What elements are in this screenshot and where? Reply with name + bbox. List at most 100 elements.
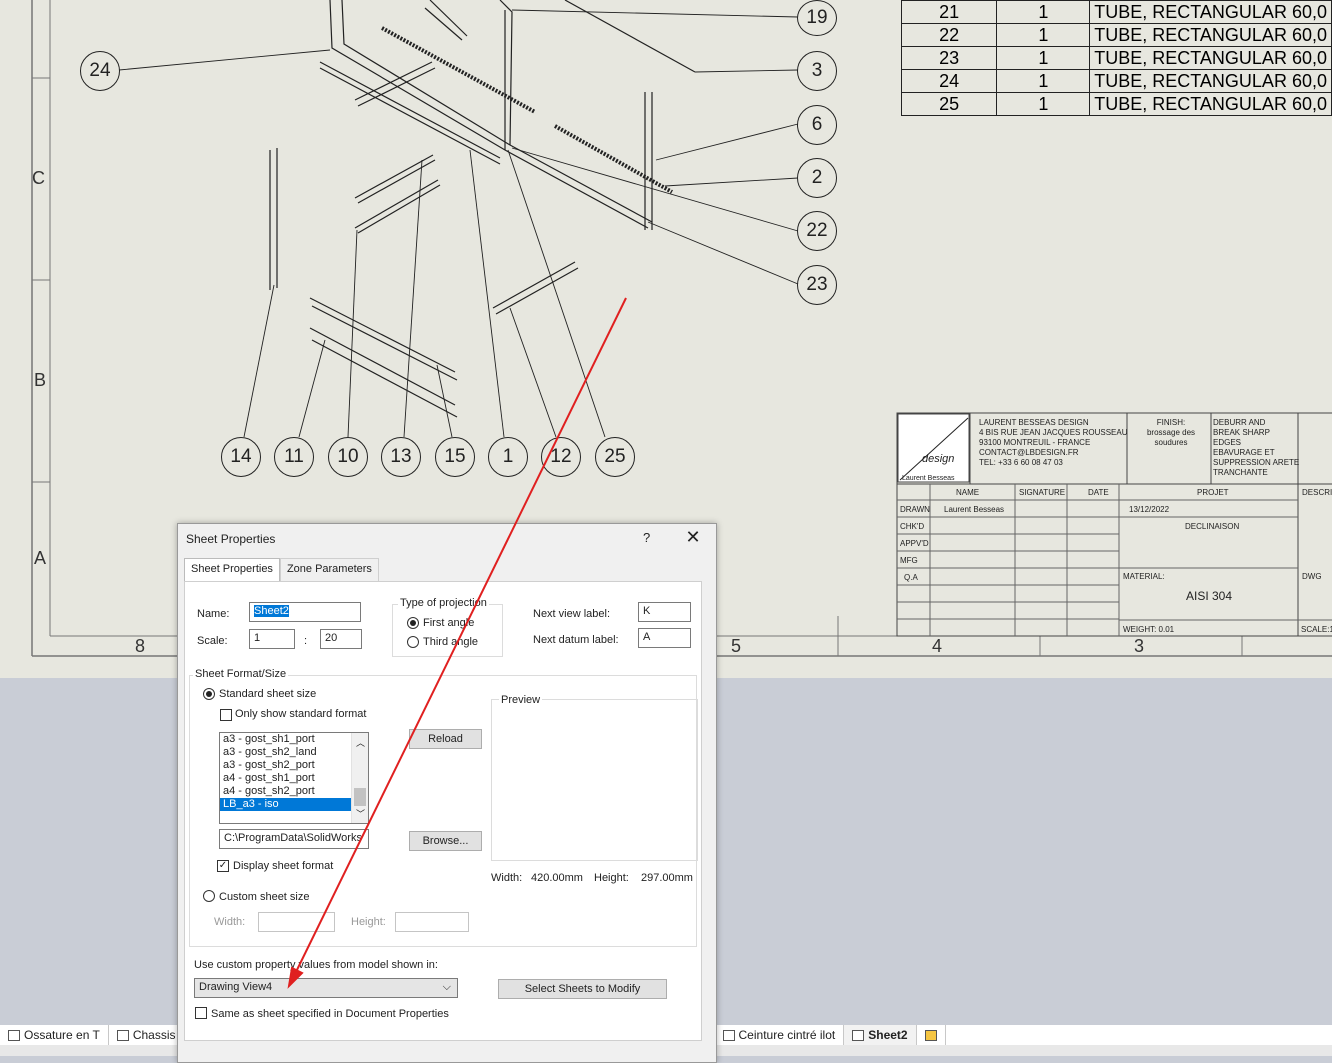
balloon-25[interactable]: 25 bbox=[595, 437, 635, 477]
standard-size-radio[interactable] bbox=[203, 688, 215, 700]
browse-button[interactable]: Browse... bbox=[409, 831, 482, 851]
table-row: 24 1 TUBE, RECTANGULAR 60,0 bbox=[900, 69, 1332, 93]
only-standard-label: Only show standard format bbox=[235, 708, 367, 720]
scale-numerator[interactable]: 1 bbox=[249, 629, 295, 649]
dialog-tabs: Sheet Properties Zone Parameters bbox=[184, 558, 379, 582]
scale-label: Scale: bbox=[197, 635, 228, 647]
deburr-note: DEBURR AND BREAK SHARP EDGES EBAVURAGE E… bbox=[1213, 418, 1300, 477]
balloon-13[interactable]: 13 bbox=[381, 437, 421, 477]
scroll-up-icon[interactable]: ︿ bbox=[356, 736, 365, 749]
select-sheets-button[interactable]: Select Sheets to Modify bbox=[498, 979, 667, 999]
format-path-field[interactable]: C:\ProgramData\SolidWorks bbox=[219, 829, 369, 849]
drawn-name: Laurent Besseas bbox=[944, 505, 1005, 514]
custom-height-label: Height: bbox=[351, 916, 386, 928]
balloon-14[interactable]: 14 bbox=[221, 437, 261, 477]
help-button[interactable]: ? bbox=[643, 530, 650, 545]
scale-denominator[interactable]: 20 bbox=[320, 629, 362, 649]
custom-size-radio[interactable] bbox=[203, 890, 215, 902]
custom-width-field[interactable] bbox=[258, 912, 335, 932]
sheet-icon bbox=[116, 1029, 129, 1041]
sheet-icon bbox=[8, 1029, 20, 1041]
tab-ossature[interactable]: Ossature en T bbox=[0, 1025, 109, 1045]
zone-label-c: C bbox=[32, 168, 45, 188]
col-date: DATE bbox=[1088, 488, 1109, 497]
balloon-6[interactable]: 6 bbox=[797, 105, 837, 145]
balloon-10[interactable]: 10 bbox=[328, 437, 368, 477]
sheet-format-title: Sheet Format/Size bbox=[193, 668, 289, 680]
list-item[interactable]: a3 - gost_sh2_port bbox=[220, 759, 351, 772]
custom-width-label: Width: bbox=[214, 916, 246, 928]
table-row: 23 1 TUBE, RECTANGULAR 60,0 bbox=[900, 46, 1332, 70]
dialog-body: Name: Sheet2 Scale: 1 : 20 Type of proje… bbox=[184, 581, 702, 1041]
next-view-field[interactable]: K bbox=[638, 602, 691, 622]
close-button[interactable]: ✕ bbox=[683, 527, 703, 549]
reload-button[interactable]: Reload bbox=[409, 729, 482, 749]
col-projet: PROJET bbox=[1197, 488, 1229, 497]
bom-table: 21 1 TUBE, RECTANGULAR 60,0 22 1 TUBE, RECTA… bbox=[900, 0, 1332, 116]
balloon-2[interactable]: 2 bbox=[797, 158, 837, 198]
height-value: 297.00mm bbox=[641, 872, 693, 884]
zone-label-4: 4 bbox=[932, 636, 943, 656]
custom-prop-label: Use custom property values from model sh… bbox=[194, 959, 438, 971]
balloon-22[interactable]: 22 bbox=[797, 211, 837, 251]
model-view-select[interactable]: Drawing View4 ⌵ bbox=[194, 978, 458, 998]
same-as-checkbox[interactable] bbox=[195, 1007, 207, 1019]
name-field[interactable]: Sheet2 bbox=[249, 602, 361, 622]
list-item-selected[interactable]: LB_a3 - iso bbox=[220, 798, 351, 811]
tab-sheet-properties[interactable]: Sheet Properties bbox=[184, 558, 280, 582]
custom-height-field[interactable] bbox=[395, 912, 469, 932]
dialog-title: Sheet Properties bbox=[186, 532, 276, 546]
projection-group bbox=[392, 604, 503, 657]
list-scrollbar[interactable]: ︿ ﹀ bbox=[351, 733, 368, 823]
list-item[interactable]: a3 - gost_sh2_land bbox=[220, 746, 351, 759]
list-item[interactable]: a3 - gost_sh1_port bbox=[220, 733, 351, 746]
table-row: 25 1 TUBE, RECTANGULAR 60,0 bbox=[900, 92, 1332, 116]
balloon-12[interactable]: 12 bbox=[541, 437, 581, 477]
balloon-19[interactable]: 19 bbox=[797, 0, 837, 36]
table-row: 22 1 TUBE, RECTANGULAR 60,0 bbox=[900, 23, 1332, 47]
appvd-label: APPV'D bbox=[900, 539, 929, 548]
company-address: LAURENT BESSEAS DESIGN 4 BIS RUE JEAN JA… bbox=[979, 418, 1128, 467]
balloon-1[interactable]: 1 bbox=[488, 437, 528, 477]
list-item[interactable]: a4 - gost_sh1_port bbox=[220, 772, 351, 785]
preview-title: Preview bbox=[499, 694, 543, 706]
tab-sheet2[interactable]: Sheet2 bbox=[844, 1025, 917, 1045]
display-format-label: Display sheet format bbox=[233, 860, 334, 872]
balloon-24[interactable]: 24 bbox=[80, 51, 120, 91]
balloon-15[interactable]: 15 bbox=[435, 437, 475, 477]
next-datum-label: Next datum label: bbox=[533, 634, 619, 646]
third-angle-radio[interactable] bbox=[407, 636, 419, 648]
balloon-3[interactable]: 3 bbox=[797, 51, 837, 91]
tab-zone-parameters[interactable]: Zone Parameters bbox=[279, 558, 379, 582]
scroll-down-icon[interactable]: ﹀ bbox=[356, 807, 365, 820]
dwg-label: DWG bbox=[1302, 572, 1322, 581]
balloon-23[interactable]: 23 bbox=[797, 265, 837, 305]
tab-ceinture[interactable]: Ceinture cintré ilot bbox=[715, 1025, 845, 1045]
next-view-label: Next view label: bbox=[533, 608, 611, 620]
add-sheet-icon bbox=[924, 1029, 937, 1041]
finish-block: FINISH: brossage des soudures bbox=[1146, 418, 1196, 447]
display-format-checkbox[interactable]: ✓ bbox=[217, 860, 229, 872]
drawn-label: DRAWN bbox=[900, 505, 930, 514]
same-as-label: Same as sheet specified in Document Prop… bbox=[211, 1008, 449, 1020]
name-label: Name: bbox=[197, 608, 230, 620]
chevron-down-icon: ⌵ bbox=[442, 981, 451, 993]
material-label: MATERIAL: bbox=[1123, 572, 1165, 581]
add-sheet-button[interactable] bbox=[917, 1025, 946, 1045]
col-name: NAME bbox=[956, 488, 980, 497]
col-descr: DESCRIP bbox=[1302, 488, 1332, 497]
standard-size-label: Standard sheet size bbox=[219, 688, 317, 700]
logo-text: design bbox=[922, 453, 955, 465]
col-signature: SIGNATURE bbox=[1019, 488, 1066, 497]
only-standard-checkbox[interactable] bbox=[220, 709, 232, 721]
zone-label-8: 8 bbox=[135, 636, 146, 656]
next-datum-field[interactable]: A bbox=[638, 628, 691, 648]
format-list[interactable]: a3 - gost_sh1_port a3 - gost_sh2_land a3… bbox=[219, 732, 369, 824]
balloon-11[interactable]: 11 bbox=[274, 437, 314, 477]
list-item[interactable]: a4 - gost_sh2_port bbox=[220, 785, 351, 798]
tab-chassis[interactable]: Chassis bbox=[109, 1025, 185, 1045]
scroll-thumb[interactable] bbox=[354, 788, 366, 806]
sheet-properties-dialog: Sheet Properties ? ✕ Sheet Properties Zo… bbox=[177, 523, 717, 1063]
zone-label-a: A bbox=[34, 548, 47, 568]
first-angle-radio[interactable] bbox=[407, 617, 419, 629]
